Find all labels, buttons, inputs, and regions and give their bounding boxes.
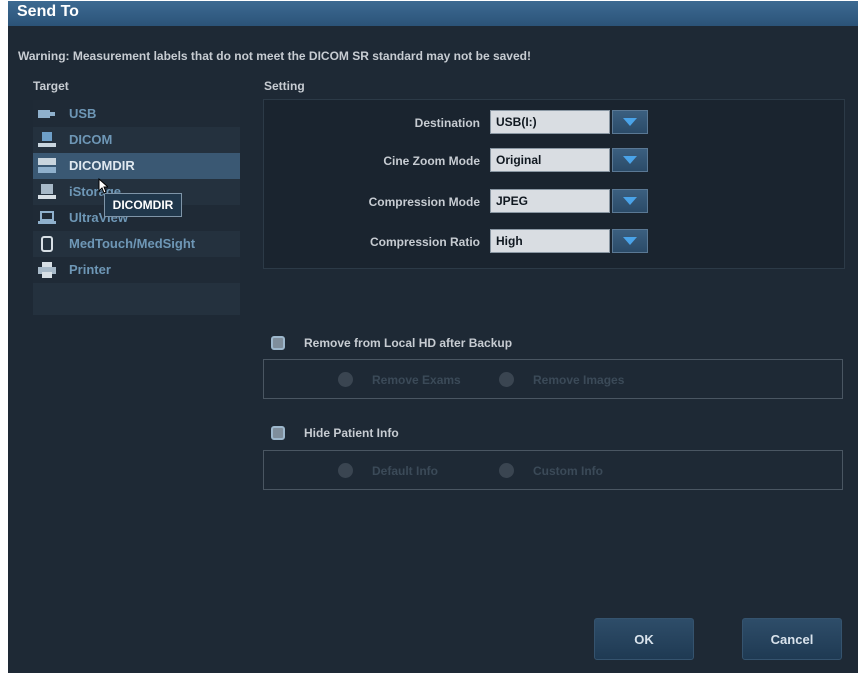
target-header: Target bbox=[33, 79, 69, 93]
compression-ratio-select[interactable]: High bbox=[490, 229, 648, 253]
ok-button[interactable]: OK bbox=[594, 618, 694, 660]
remove-images-label: Remove Images bbox=[533, 373, 625, 387]
custom-info-label: Custom Info bbox=[533, 464, 603, 478]
remove-exams-radio[interactable] bbox=[338, 372, 353, 387]
default-info-label: Default Info bbox=[372, 464, 438, 478]
target-item-label: Printer bbox=[69, 262, 111, 277]
compression-ratio-value[interactable]: High bbox=[490, 229, 610, 253]
remove-after-backup-checkbox[interactable] bbox=[271, 336, 285, 350]
destination-label: Destination bbox=[414, 116, 480, 130]
compression-mode-value[interactable]: JPEG bbox=[490, 189, 610, 213]
mouse-cursor-icon bbox=[98, 178, 108, 194]
istorage-icon bbox=[38, 184, 56, 200]
target-item-printer[interactable]: Printer bbox=[33, 257, 240, 283]
setting-header: Setting bbox=[264, 79, 305, 93]
compression-mode-label: Compression Mode bbox=[368, 195, 480, 209]
destination-value[interactable]: USB(I:) bbox=[490, 110, 610, 134]
target-item-usb[interactable]: USB bbox=[33, 101, 240, 127]
cancel-button[interactable]: Cancel bbox=[742, 618, 842, 660]
remove-exams-label: Remove Exams bbox=[372, 373, 461, 387]
cine-zoom-mode-label: Cine Zoom Mode bbox=[383, 154, 480, 168]
remove-after-backup-label: Remove from Local HD after Backup bbox=[304, 336, 513, 350]
warning-message: Warning: Measurement labels that do not … bbox=[18, 49, 531, 63]
tooltip: DICOMDIR bbox=[104, 193, 182, 217]
target-item-dicomdir[interactable]: DICOMDIR bbox=[33, 153, 240, 179]
target-item-dicom[interactable]: DICOM bbox=[33, 127, 240, 153]
cine-zoom-mode-select[interactable]: Original bbox=[490, 148, 648, 172]
compression-mode-select[interactable]: JPEG bbox=[490, 189, 648, 213]
dialog-title: Send To bbox=[17, 3, 79, 20]
target-item-label: DICOM bbox=[69, 132, 113, 147]
title-bar: Send To bbox=[8, 1, 858, 26]
dicomdir-icon bbox=[38, 158, 56, 174]
hide-patient-info-checkbox[interactable] bbox=[271, 426, 285, 440]
tablet-icon bbox=[38, 236, 56, 252]
cine-zoom-mode-value[interactable]: Original bbox=[490, 148, 610, 172]
backup-options-group: Remove Exams Remove Images bbox=[263, 359, 843, 399]
laptop-icon bbox=[38, 210, 56, 226]
dicom-icon bbox=[38, 132, 56, 148]
destination-select[interactable]: USB(I:) bbox=[490, 110, 648, 134]
printer-icon bbox=[38, 262, 56, 278]
usb-icon bbox=[38, 106, 56, 122]
chevron-down-icon[interactable] bbox=[612, 110, 648, 134]
remove-images-radio[interactable] bbox=[499, 372, 514, 387]
default-info-radio[interactable] bbox=[338, 463, 353, 478]
target-item-label: MedTouch/MedSight bbox=[69, 236, 196, 251]
target-list-empty-row bbox=[33, 283, 240, 315]
chevron-down-icon[interactable] bbox=[612, 148, 648, 172]
chevron-down-icon[interactable] bbox=[612, 189, 648, 213]
custom-info-radio[interactable] bbox=[499, 463, 514, 478]
hide-patient-info-label: Hide Patient Info bbox=[304, 426, 399, 440]
chevron-down-icon[interactable] bbox=[612, 229, 648, 253]
target-item-label: USB bbox=[69, 106, 97, 121]
patient-info-options-group: Default Info Custom Info bbox=[263, 450, 843, 490]
target-item-medtouch[interactable]: MedTouch/MedSight bbox=[33, 231, 240, 257]
target-item-label: DICOMDIR bbox=[69, 158, 135, 173]
compression-ratio-label: Compression Ratio bbox=[369, 235, 480, 249]
